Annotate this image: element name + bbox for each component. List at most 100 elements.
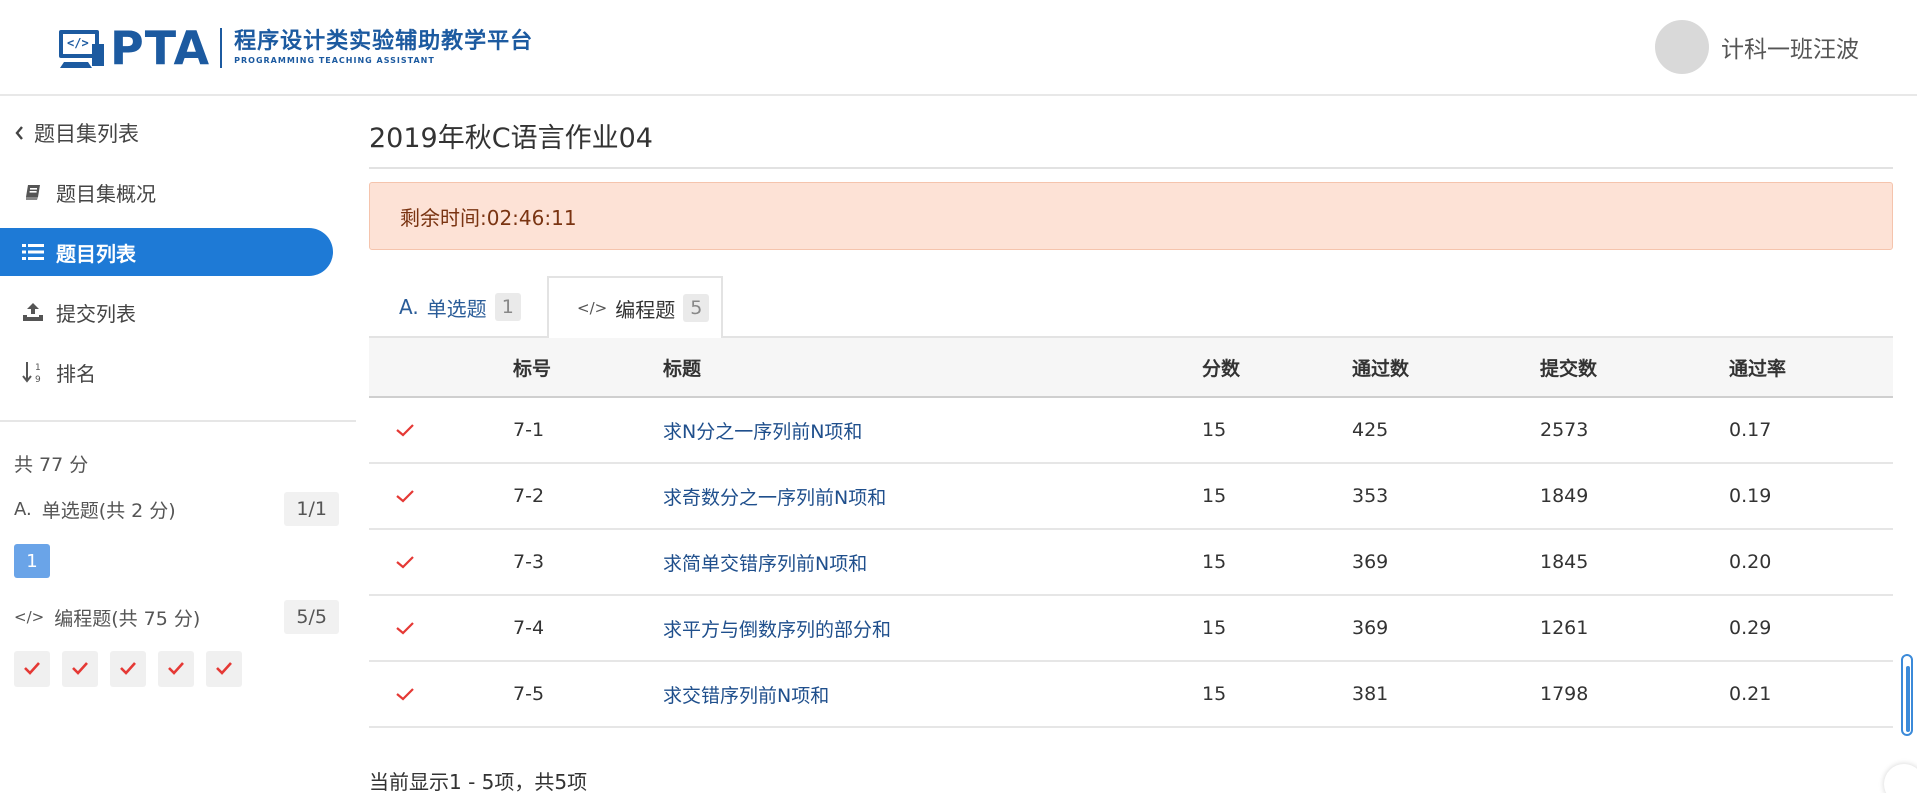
problem-title-link[interactable]: 求奇数分之一序列前N项和	[663, 464, 886, 528]
check-icon	[395, 464, 415, 528]
problem-title-link[interactable]: 求简单交错序列前N项和	[663, 530, 867, 594]
sidebar-item-label: 题目集概况	[56, 181, 156, 206]
problem-table: 标号 标题 分数 通过数 提交数 通过率 7-1 求N分之一序列前N项和 15 …	[369, 338, 1893, 728]
problem-score: 15	[1202, 683, 1227, 705]
logo-chinese-name: 程序设计类实验辅助教学平台	[234, 29, 534, 54]
problem-score: 15	[1202, 485, 1227, 507]
sidebar-item-label: 提交列表	[56, 301, 136, 326]
problem-submit-count: 1845	[1540, 551, 1589, 573]
problem-submit-count: 1261	[1540, 617, 1589, 639]
list-icon	[20, 239, 46, 265]
problem-title-link[interactable]: 求N分之一序列前N项和	[663, 398, 862, 462]
programming-question-boxes	[14, 651, 242, 687]
problem-pass-rate: 0.20	[1729, 551, 1772, 573]
problem-pass-rate: 0.19	[1729, 485, 1772, 507]
column-header-number[interactable]: 标号	[513, 338, 551, 396]
check-icon	[119, 660, 137, 679]
upload-icon	[20, 299, 46, 325]
question-box-7-4[interactable]	[158, 651, 194, 687]
sidebar-item-problem-list[interactable]: 题目列表	[0, 228, 333, 276]
user-name[interactable]: 计科一班汪波	[1721, 30, 1859, 64]
problem-number: 7-2	[513, 485, 545, 507]
column-header-pass-rate[interactable]: 通过率	[1729, 338, 1786, 396]
tab-count-badge: 1	[494, 293, 521, 321]
scroll-indicator[interactable]	[1901, 654, 1913, 736]
tab-count-badge: 5	[683, 294, 710, 322]
sidebar-item-label: 排名	[56, 361, 96, 386]
sidebar-item-ranking[interactable]: 1 9 排名	[0, 348, 333, 396]
pagination-summary: 当前显示1 - 5项，共5项	[369, 770, 588, 793]
back-label: 题目集列表	[34, 122, 139, 146]
logo-mark-text: </>	[67, 36, 89, 50]
column-header-submitted[interactable]: 提交数	[1540, 338, 1597, 396]
question-box-7-1[interactable]	[14, 651, 50, 687]
table-row[interactable]: 7-5 求交错序列前N项和 15 381 1798 0.21	[369, 662, 1893, 728]
tab-single-choice[interactable]: A. 单选题 1	[399, 276, 521, 338]
remaining-time-banner: 剩余时间:02:46:11	[369, 182, 1893, 250]
logo-divider	[220, 28, 223, 68]
floating-action-button[interactable]	[1884, 764, 1917, 793]
category-label: 编程题(共 75 分)	[54, 607, 201, 630]
column-header-passed[interactable]: 通过数	[1352, 338, 1409, 396]
problem-title-link[interactable]: 求平方与倒数序列的部分和	[663, 596, 891, 660]
check-icon	[395, 596, 415, 660]
tab-programming[interactable]: </> 编程题 5	[547, 276, 723, 340]
problem-title-link[interactable]: 求交错序列前N项和	[663, 662, 829, 726]
question-box-7-3[interactable]	[110, 651, 146, 687]
code-icon: </>	[577, 299, 608, 317]
problem-score: 15	[1202, 419, 1227, 441]
column-header-score[interactable]: 分数	[1202, 338, 1240, 396]
table-row[interactable]: 7-1 求N分之一序列前N项和 15 425 2573 0.17	[369, 398, 1893, 464]
logo-wordmark: PTA	[110, 21, 211, 75]
problem-pass-rate: 0.29	[1729, 617, 1772, 639]
title-divider	[369, 167, 1893, 169]
question-box-7-5[interactable]	[206, 651, 242, 687]
check-icon	[71, 660, 89, 679]
single-choice-icon: A.	[399, 295, 419, 319]
table-row[interactable]: 7-4 求平方与倒数序列的部分和 15 369 1261 0.29	[369, 596, 1893, 662]
category-programming: </> 编程题(共 75 分) 5/5	[14, 600, 339, 634]
question-box-7-2[interactable]	[62, 651, 98, 687]
problem-number: 7-3	[513, 551, 545, 573]
sidebar-item-label: 题目列表	[56, 241, 136, 266]
problem-passed-count: 369	[1352, 551, 1389, 573]
table-row[interactable]: 7-3 求简单交错序列前N项和 15 369 1845 0.20	[369, 530, 1893, 596]
pta-logo[interactable]: </> PTA 程序设计类实验辅助教学平台 PROGRAMMING TEACHI…	[58, 21, 534, 75]
sidebar-item-overview[interactable]: 题目集概况	[0, 168, 333, 216]
table-header: 标号 标题 分数 通过数 提交数 通过率	[369, 338, 1893, 398]
chevron-left-icon	[14, 125, 24, 141]
svg-text:9: 9	[35, 375, 41, 384]
tab-label: 编程题	[615, 297, 676, 322]
code-monitor-icon: </>	[58, 26, 106, 70]
problem-pass-rate: 0.17	[1729, 419, 1772, 441]
question-box-1[interactable]: 1	[14, 544, 50, 578]
category-label: 单选题(共 2 分)	[41, 499, 176, 522]
book-icon	[20, 179, 46, 205]
single-choice-icon: A.	[14, 498, 32, 520]
check-icon	[23, 660, 41, 679]
problem-passed-count: 369	[1352, 617, 1389, 639]
check-icon	[215, 660, 233, 679]
sidebar-item-submissions[interactable]: 提交列表	[0, 288, 333, 336]
table-row[interactable]: 7-2 求奇数分之一序列前N项和 15 353 1849 0.19	[369, 464, 1893, 530]
sidebar-divider	[0, 420, 356, 422]
remaining-time-text: 剩余时间:02:46:11	[400, 205, 577, 230]
code-icon: </>	[14, 608, 45, 626]
scroll-indicator-bar	[1906, 666, 1910, 732]
problem-number: 7-1	[513, 419, 545, 441]
check-icon	[167, 660, 185, 679]
column-header-title[interactable]: 标题	[663, 338, 701, 396]
tab-label: 单选题	[426, 296, 487, 321]
svg-text:1: 1	[35, 363, 41, 373]
problem-score: 15	[1202, 617, 1227, 639]
back-to-problem-sets-link[interactable]: 题目集列表	[14, 118, 139, 148]
user-menu[interactable]: 计科一班汪波	[1655, 20, 1859, 74]
logo-english-name: PROGRAMMING TEACHING ASSISTANT	[234, 56, 435, 65]
avatar[interactable]	[1655, 20, 1709, 74]
problem-passed-count: 381	[1352, 683, 1389, 705]
category-progress-badge: 5/5	[284, 600, 339, 634]
check-icon	[395, 398, 415, 462]
problem-submit-count: 2573	[1540, 419, 1589, 441]
problem-score: 15	[1202, 551, 1227, 573]
check-icon	[395, 530, 415, 594]
